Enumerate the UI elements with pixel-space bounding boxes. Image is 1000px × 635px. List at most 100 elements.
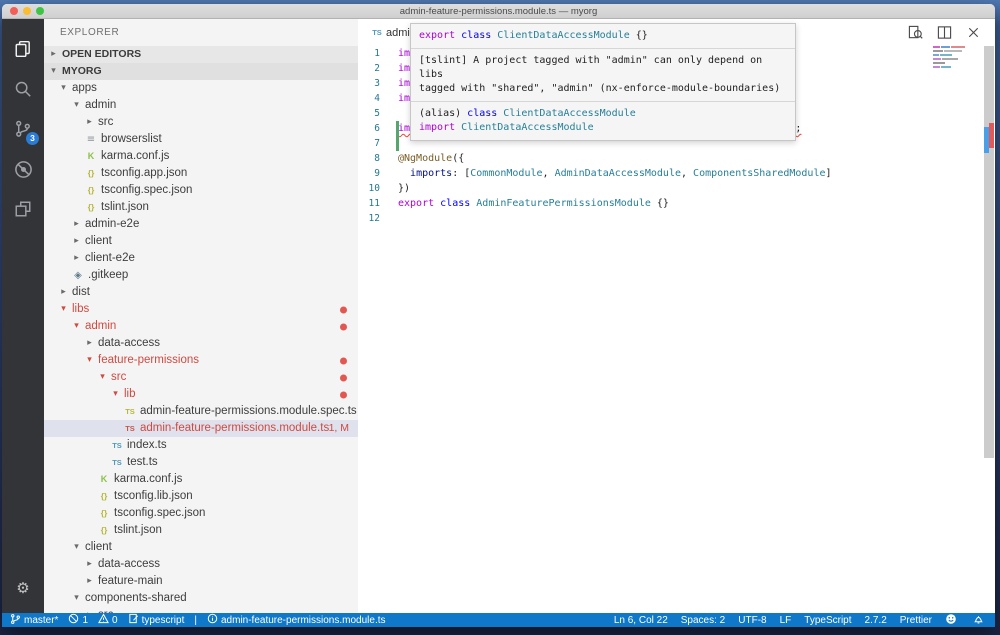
tree-item-label: admin-feature-permissions.module.spec.ts	[137, 403, 357, 420]
zoom-window-button[interactable]	[36, 7, 44, 15]
tree-item-data-access[interactable]: ▸data-access	[44, 335, 358, 352]
chevron-down-icon: ▾	[71, 97, 82, 114]
status-right-ln-6-col-22[interactable]: Ln 6, Col 22	[614, 615, 668, 626]
tree-item-browserslist[interactable]: ≡browserslist	[44, 131, 358, 148]
tree-item-karma-conf-js[interactable]: Kkarma.conf.js	[44, 148, 358, 165]
tree-item-lib[interactable]: ▾lib	[44, 386, 358, 403]
tree-item-libs[interactable]: ▾libs	[44, 301, 358, 318]
code-line-12[interactable]: 12	[358, 211, 995, 226]
info-icon	[207, 613, 218, 627]
git-modified-gutter	[396, 136, 399, 151]
status-left-typescript[interactable]: typescript	[128, 613, 185, 627]
status-right-2-7-2[interactable]: 2.7.2	[865, 615, 887, 626]
tree-item-admin-e2e[interactable]: ▸admin-e2e	[44, 216, 358, 233]
tree-item-label: test.ts	[124, 454, 158, 471]
tree-item-feature-main[interactable]: ▸feature-main	[44, 573, 358, 590]
status-right-typescript[interactable]: TypeScript	[804, 615, 851, 626]
browserslist-file-icon: ≡	[84, 131, 98, 148]
settings-gear-icon[interactable]: ⚙	[2, 571, 44, 605]
tree-item-tslint-json[interactable]: {}tslint.json	[44, 199, 358, 216]
status-right-spaces-2[interactable]: Spaces: 2	[681, 615, 725, 626]
line-number: 10	[358, 181, 392, 196]
error-dot-badge	[340, 391, 347, 398]
status-right-lf[interactable]: LF	[780, 615, 792, 626]
explorer-icon[interactable]	[2, 29, 44, 69]
line-number: 11	[358, 196, 392, 211]
open-changes-icon[interactable]	[908, 25, 923, 40]
tree-item-tsconfig-app-json[interactable]: {}tsconfig.app.json	[44, 165, 358, 182]
tree-item-karma-conf-js[interactable]: Kkarma.conf.js	[44, 471, 358, 488]
tree-item-src[interactable]: ▾src	[44, 369, 358, 386]
chevron-right-icon: ▸	[84, 607, 95, 613]
minimap[interactable]	[933, 45, 981, 76]
tree-item-test-ts[interactable]: TStest.ts	[44, 454, 358, 471]
json-file-icon: {}	[97, 488, 111, 505]
status-left-4: |	[194, 615, 197, 626]
source-control-icon[interactable]: 3	[2, 109, 44, 149]
tree-item-label: MYORG	[59, 63, 102, 80]
split-editor-icon[interactable]	[937, 25, 952, 40]
line-number: 4	[358, 91, 392, 106]
debug-icon[interactable]	[2, 149, 44, 189]
tree-item-label: tslint.json	[111, 522, 162, 539]
tree-item-tslint-json[interactable]: {}tslint.json	[44, 522, 358, 539]
code-line-8[interactable]: 8@NgModule({	[358, 151, 995, 166]
tree-item-label: karma.conf.js	[98, 148, 169, 165]
scrollbar[interactable]	[984, 46, 994, 458]
status-right-prettier[interactable]: Prettier	[900, 615, 932, 626]
status-right-bell[interactable]	[973, 613, 987, 628]
tree-item-src[interactable]: ▸src	[44, 607, 358, 613]
code-line-10[interactable]: 10})	[358, 181, 995, 196]
tree-section-myorg[interactable]: ▾MYORG	[44, 63, 358, 80]
tree-section-open-editors[interactable]: ▸OPEN EDITORS	[44, 46, 358, 63]
tree-item-label: admin	[82, 318, 116, 335]
status-left-0[interactable]: 0	[98, 613, 118, 627]
tree-item-apps[interactable]: ▾apps	[44, 80, 358, 97]
tree-item-tsconfig-spec-json[interactable]: {}tsconfig.spec.json	[44, 505, 358, 522]
ts-spec-file-icon: TS	[123, 403, 137, 420]
tree-item-admin-feature-permissions-module-ts[interactable]: TSadmin-feature-permissions.module.ts1, …	[44, 420, 358, 437]
tree-item-label: admin-e2e	[82, 216, 139, 233]
tree-item-admin-feature-permissions-module-spec-ts[interactable]: TSadmin-feature-permissions.module.spec.…	[44, 403, 358, 420]
chevron-down-icon: ▾	[110, 386, 121, 403]
smiley-icon	[945, 613, 957, 628]
close-editor-icon[interactable]	[966, 25, 981, 40]
chevron-down-icon: ▾	[84, 352, 95, 369]
status-left-master[interactable]: master*	[10, 613, 58, 628]
json-file-icon: {}	[84, 182, 98, 199]
tree-item-components-shared[interactable]: ▾components-shared	[44, 590, 358, 607]
window-controls	[10, 4, 44, 18]
tree-item-feature-permissions[interactable]: ▾feature-permissions	[44, 352, 358, 369]
tree-item-client[interactable]: ▸client	[44, 233, 358, 250]
tree-item-admin[interactable]: ▾admin	[44, 318, 358, 335]
tree-item-gitkeep[interactable]: ◈.gitkeep	[44, 267, 358, 284]
code-line-11[interactable]: 11export class AdminFeaturePermissionsMo…	[358, 196, 995, 211]
tree-item-label: src	[95, 607, 113, 613]
tree-item-tsconfig-lib-json[interactable]: {}tsconfig.lib.json	[44, 488, 358, 505]
search-icon[interactable]	[2, 69, 44, 109]
status-right-utf-8[interactable]: UTF-8	[738, 615, 766, 626]
tree-item-data-access[interactable]: ▸data-access	[44, 556, 358, 573]
status-bar: master* 10 typescript | admin-feature-permis…	[2, 613, 995, 627]
status-item-label: 1	[82, 615, 88, 626]
chevron-right-icon: ▸	[58, 284, 69, 301]
tree-item-client-e2e[interactable]: ▸client-e2e	[44, 250, 358, 267]
tree-item-tsconfig-spec-json[interactable]: {}tsconfig.spec.json	[44, 182, 358, 199]
status-left-admin-feature-permissions-module-ts[interactable]: admin-feature-permissions.module.ts	[207, 613, 386, 627]
bell-icon	[973, 613, 984, 628]
status-item-label: master*	[24, 615, 58, 626]
chevron-down-icon: ▾	[97, 369, 108, 386]
close-window-button[interactable]	[10, 7, 18, 15]
tree-item-label: data-access	[95, 556, 160, 573]
tree-item-admin[interactable]: ▾admin	[44, 97, 358, 114]
tree-item-client[interactable]: ▾client	[44, 539, 358, 556]
tree-item-dist[interactable]: ▸dist	[44, 284, 358, 301]
tree-item-src[interactable]: ▸src	[44, 114, 358, 131]
code-line-9[interactable]: 9 imports: [CommonModule, AdminDataAcces…	[358, 166, 995, 181]
extensions-icon[interactable]	[2, 189, 44, 229]
tree-item-label: libs	[69, 301, 89, 318]
status-left-1[interactable]: 1	[68, 613, 88, 627]
status-right-smiley[interactable]	[945, 613, 960, 628]
minimize-window-button[interactable]	[23, 7, 31, 15]
tree-item-index-ts[interactable]: TSindex.ts	[44, 437, 358, 454]
